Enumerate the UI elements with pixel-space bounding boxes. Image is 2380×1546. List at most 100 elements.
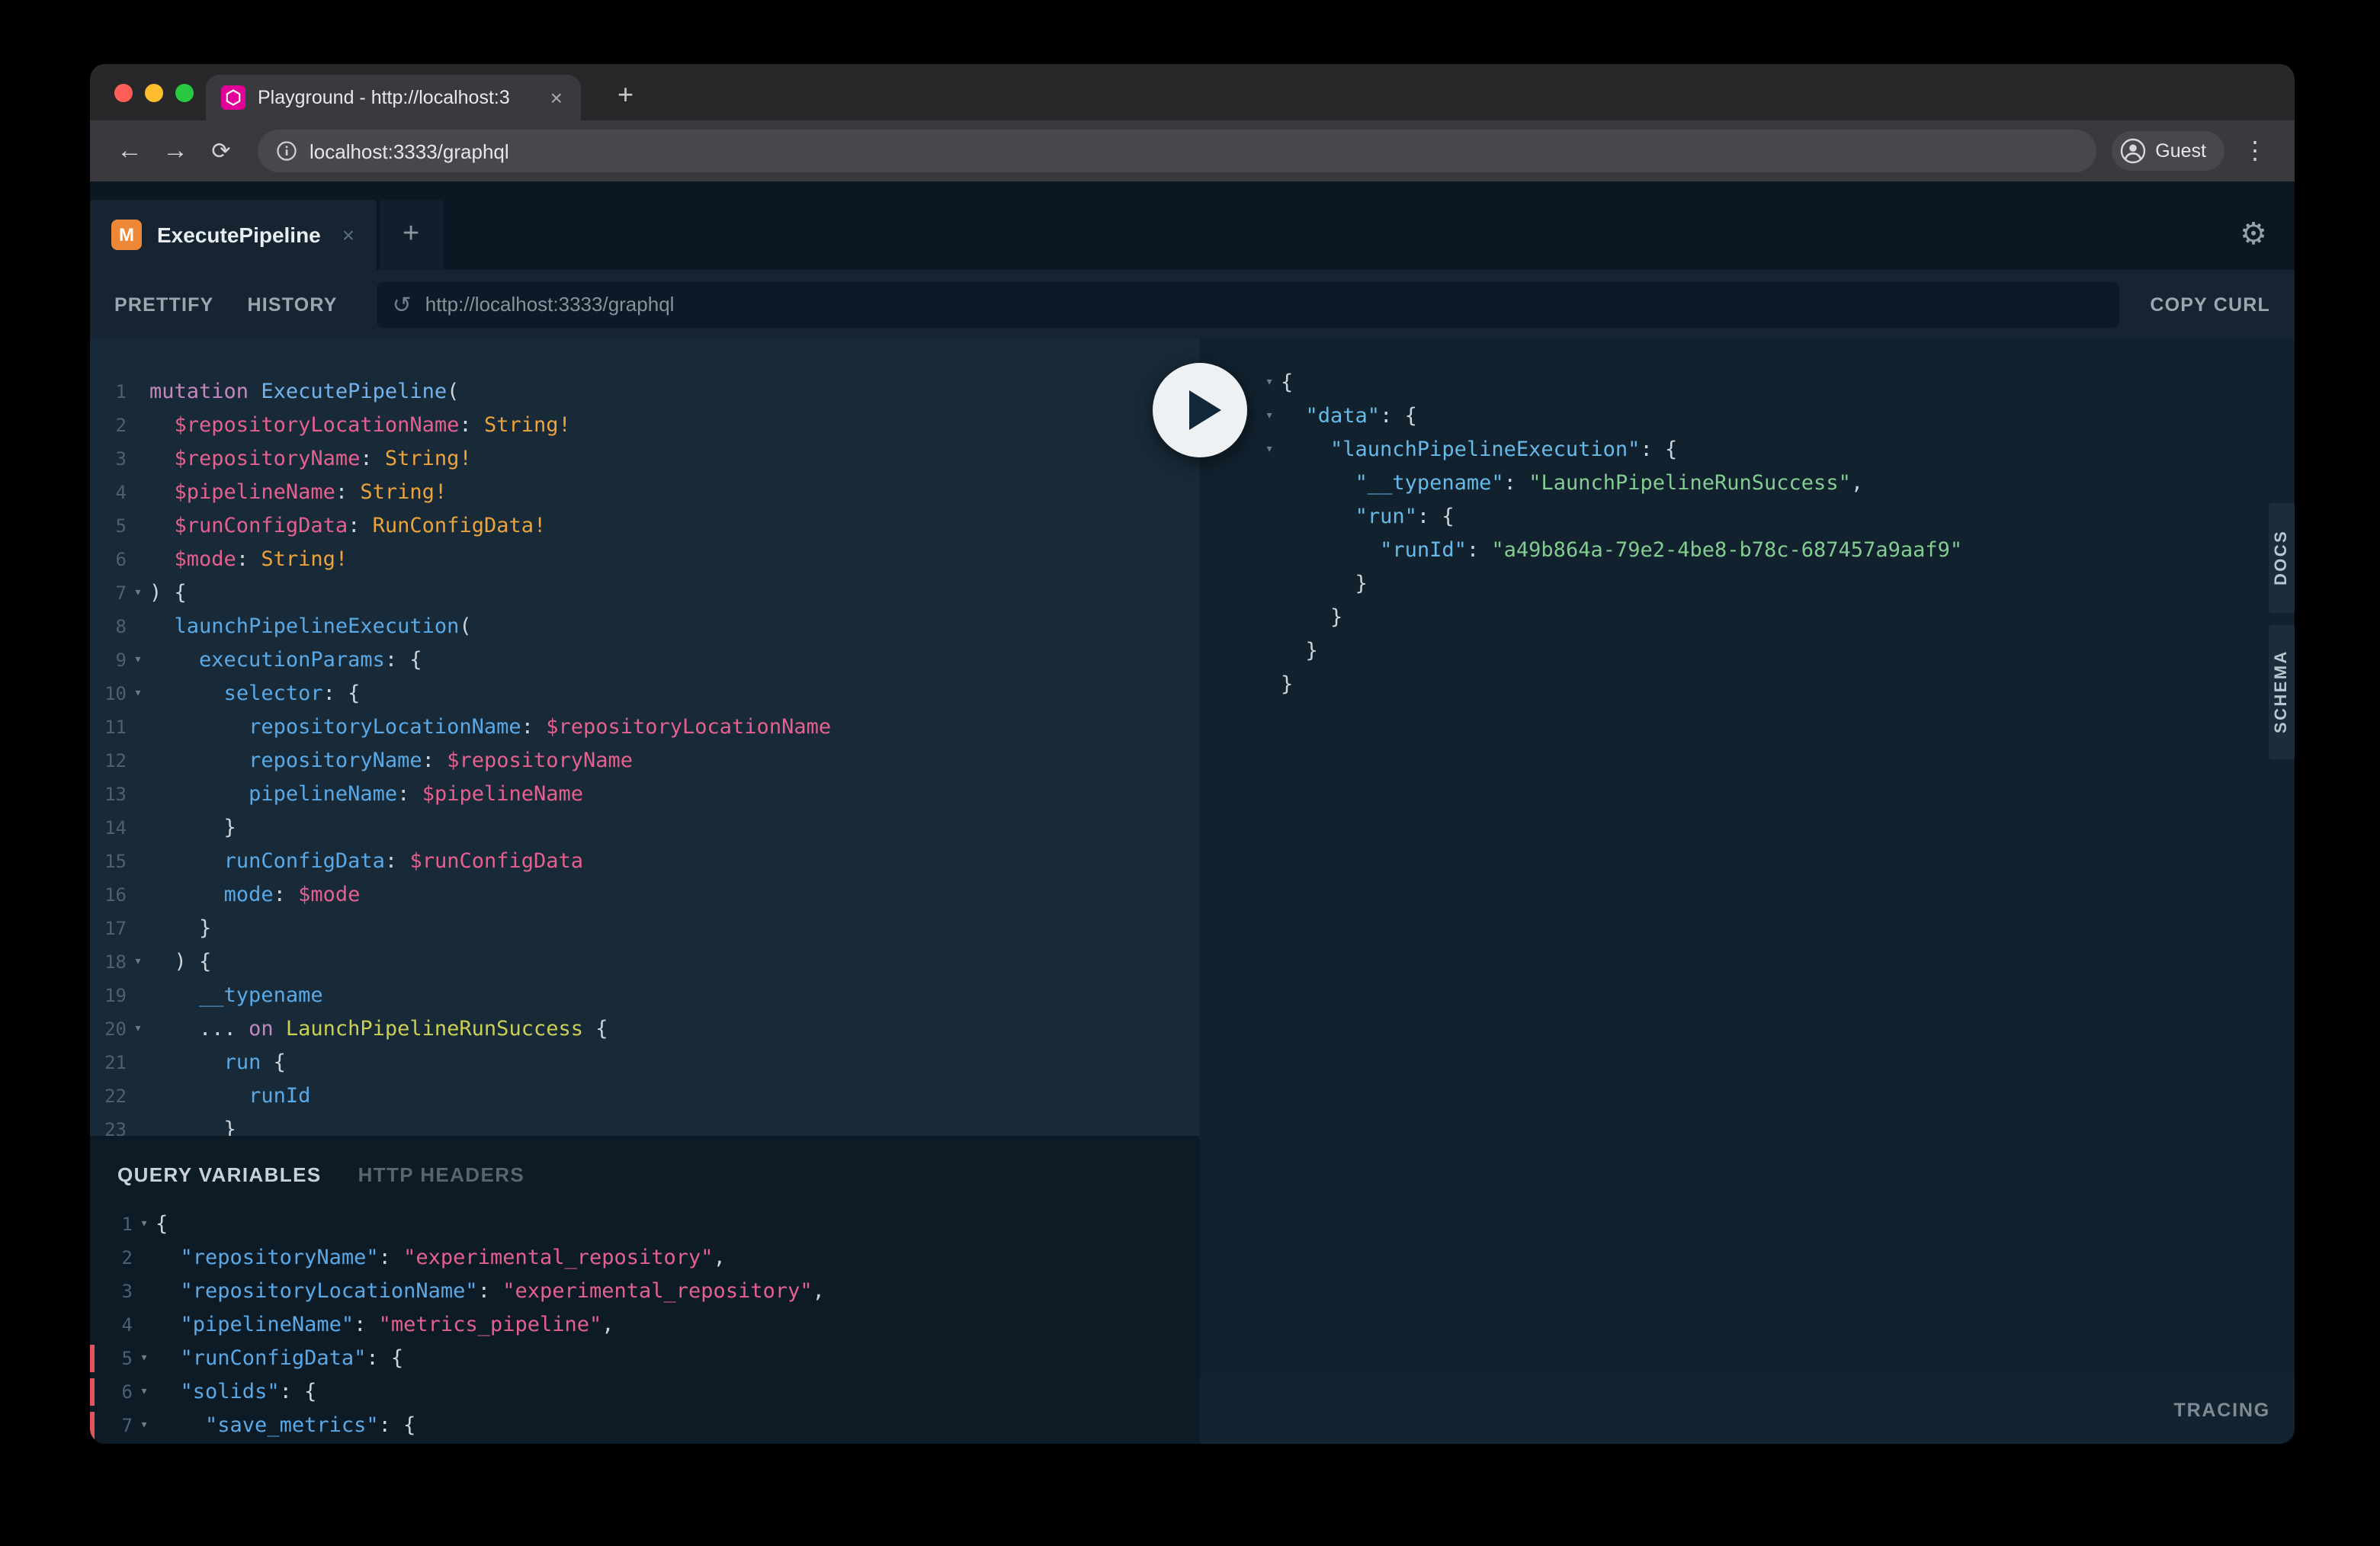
fold-caret-icon[interactable]: ▾ [133,1208,156,1241]
line-number: 3 [90,1275,133,1308]
variables-header: QUERY VARIABLES HTTP HEADERS [90,1136,1200,1186]
browser-tab-close-icon[interactable]: × [547,85,566,110]
tab-close-icon[interactable]: × [342,223,354,247]
schema-side-tab[interactable]: SCHEMA [2269,625,2295,759]
code-line: 10▾ selector: { [90,677,1200,710]
line-number: 16 [90,878,127,912]
code-text: pipelineName: $pipelineName [149,778,1200,811]
line-number: 2 [90,409,127,442]
code-line: 6▾ "solids": { [90,1375,1200,1409]
line-number: 12 [90,744,127,778]
line-number: 7 [90,576,127,610]
fold-spacer [127,1079,149,1113]
line-number: 4 [90,476,127,509]
prettify-button[interactable]: PRETTIFY [114,293,213,315]
code-line: ▾{ [1200,366,2295,399]
code-text: "run": { [1281,500,2295,534]
minimize-window-button[interactable] [145,84,163,102]
line-number: 10 [90,677,127,710]
execute-query-button[interactable] [1153,363,1247,457]
traffic-lights [114,84,194,102]
mutation-badge: M [111,220,142,250]
browser-address-bar: ← → ⟳ localhost:3333/graphql Guest ⋮ [90,120,2295,181]
fold-spacer [133,1275,156,1308]
docs-side-tab[interactable]: DOCS [2269,503,2295,613]
site-info-icon[interactable] [276,140,297,162]
line-number: 5 [90,1342,133,1375]
fold-spacer [127,912,149,945]
fold-caret-icon[interactable]: ▾ [127,576,149,610]
url-bar[interactable]: localhost:3333/graphql [258,130,2096,172]
fold-caret-icon[interactable]: ▾ [1258,366,1281,399]
tab-execute-pipeline[interactable]: M ExecutePipeline × [90,200,376,270]
fold-caret-icon[interactable]: ▾ [127,945,149,979]
code-line: 15 runConfigData: $runConfigData [90,845,1200,878]
browser-tab-strip: Playground - http://localhost:3 × + [90,64,2295,120]
fold-spacer [127,811,149,845]
browser-tab[interactable]: Playground - http://localhost:3 × [206,75,581,120]
line-number: 18 [90,945,127,979]
code-text: { [156,1208,1200,1241]
code-text: "repositoryLocationName": "experimental_… [156,1275,1200,1308]
fold-caret-icon[interactable]: ▾ [133,1409,156,1442]
line-number: 13 [90,778,127,811]
line-number: 4 [90,1308,133,1342]
tab-query-variables[interactable]: QUERY VARIABLES [117,1163,322,1186]
line-number: 5 [90,509,127,543]
code-text: } [149,1113,1200,1136]
fold-spacer [127,744,149,778]
code-line: 3 $repositoryName: String! [90,442,1200,476]
code-line: 20▾ ... on LaunchPipelineRunSuccess { [90,1012,1200,1046]
fold-spacer [127,1113,149,1136]
fold-caret-icon[interactable]: ▾ [133,1342,156,1375]
back-button[interactable]: ← [108,130,151,172]
schema-label: SCHEMA [2273,650,2291,734]
browser-menu-icon[interactable]: ⋮ [2234,136,2276,166]
close-window-button[interactable] [114,84,133,102]
code-line: ▾ "launchPipelineExecution": { [1200,433,2295,467]
code-line: 2 "repositoryName": "experimental_reposi… [90,1241,1200,1275]
fold-caret-icon[interactable]: ▾ [133,1375,156,1409]
variables-editor[interactable]: 1▾{2 "repositoryName": "experimental_rep… [90,1208,1200,1442]
tab-http-headers[interactable]: HTTP HEADERS [358,1163,525,1186]
fold-spacer [127,710,149,744]
code-line: 2 $repositoryLocationName: String! [90,409,1200,442]
history-button[interactable]: HISTORY [247,293,337,315]
fold-caret-icon[interactable]: ▾ [1258,399,1281,433]
line-number: 22 [90,1079,127,1113]
fold-caret-icon[interactable]: ▾ [1258,433,1281,467]
code-text: "data": { [1281,399,2295,433]
line-number: 1 [90,1208,133,1241]
fold-caret-icon[interactable]: ▾ [127,677,149,710]
code-line: 22 runId [90,1079,1200,1113]
fold-spacer [127,543,149,576]
code-line: ▾ "data": { [1200,399,2295,433]
new-query-tab-button[interactable]: + [379,200,443,270]
code-text: } [149,811,1200,845]
copy-curl-button[interactable]: COPY CURL [2150,293,2270,315]
fold-spacer [127,1046,149,1079]
line-number: 17 [90,912,127,945]
profile-button[interactable]: Guest [2111,131,2224,171]
endpoint-input[interactable]: ↺ http://localhost:3333/graphql [377,281,2120,327]
query-editor[interactable]: 1mutation ExecutePipeline(2 $repositoryL… [90,338,1200,1136]
endpoint-history-icon[interactable]: ↺ [393,290,412,318]
code-text: } [1281,601,2295,634]
forward-button[interactable]: → [154,130,197,172]
code-line: 7▾ "save_metrics": { [90,1409,1200,1442]
code-text: ) { [149,945,1200,979]
fold-caret-icon[interactable]: ▾ [127,643,149,677]
code-text: mutation ExecutePipeline( [149,375,1200,409]
line-number: 7 [90,1409,133,1442]
browser-new-tab-button[interactable]: + [605,72,646,120]
code-text: __typename [149,979,1200,1012]
fold-caret-icon[interactable]: ▾ [127,1012,149,1046]
fold-spacer [1258,668,1281,701]
tracing-bar[interactable]: TRACING [1200,1377,2295,1444]
reload-button[interactable]: ⟳ [200,130,242,172]
code-line: 19 __typename [90,979,1200,1012]
code-line: 16 mode: $mode [90,878,1200,912]
settings-gear-icon[interactable]: ⚙ [2240,215,2267,253]
left-column: 1 mutation ExecutePipeline(2 $repositoryL… [90,338,1200,1444]
zoom-window-button[interactable] [175,84,194,102]
